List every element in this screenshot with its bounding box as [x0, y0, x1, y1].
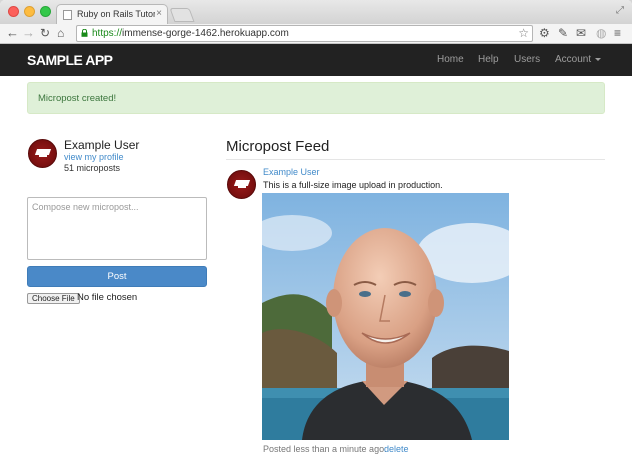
extension-icon-3[interactable]: ◍: [596, 25, 606, 41]
graduation-cap-base: [238, 185, 246, 188]
app-logo[interactable]: SAMPLE APP: [27, 52, 113, 68]
nav-account-label: Account: [555, 54, 592, 65]
file-status-text: No file chosen: [77, 292, 138, 303]
page-icon: [63, 10, 72, 20]
browser-toolbar: ← → ↻ ⌂ https://immense-gorge-1462.herok…: [0, 24, 632, 44]
forward-arrow-icon[interactable]: →: [22, 25, 35, 41]
browser-tab-bar: Ruby on Rails Tutorial Sam × ⤢: [0, 0, 632, 24]
user-name: Example User: [64, 138, 140, 152]
new-tab-button[interactable]: [169, 8, 195, 22]
nav-users[interactable]: Users: [514, 54, 540, 65]
back-arrow-icon[interactable]: ←: [6, 25, 19, 41]
flash-success-alert: Micropost created!: [27, 82, 605, 114]
caret-down-icon: [595, 57, 602, 61]
micropost-textarea[interactable]: [27, 197, 207, 260]
post-image-photo: [262, 193, 509, 440]
choose-file-button[interactable]: Choose File: [27, 293, 80, 304]
extension-icon-2[interactable]: ✉: [576, 25, 586, 41]
user-avatar[interactable]: [28, 139, 57, 168]
fullscreen-icon[interactable]: ⤢: [616, 5, 624, 16]
minimize-window-button[interactable]: [24, 6, 35, 17]
browser-window: Ruby on Rails Tutorial Sam × ⤢ ← → ↻ ⌂ h…: [0, 0, 632, 460]
post-avatar[interactable]: [227, 170, 256, 199]
view-profile-link[interactable]: view my profile: [64, 152, 124, 162]
extension-icon[interactable]: ✎: [558, 25, 568, 41]
delete-post-link[interactable]: delete: [384, 444, 409, 454]
gear-icon[interactable]: ⚙: [539, 25, 550, 41]
post-button[interactable]: Post: [27, 266, 207, 287]
graduation-cap-base: [39, 154, 47, 157]
micropost-count: 51 microposts: [64, 163, 121, 173]
feed-divider: [226, 159, 605, 160]
reload-icon[interactable]: ↻: [40, 25, 50, 41]
tab-close-icon[interactable]: ×: [156, 8, 162, 19]
lock-icon: [81, 29, 88, 37]
post-user-link[interactable]: Example User: [263, 167, 320, 177]
nav-home[interactable]: Home: [437, 54, 464, 65]
nav-account-dropdown[interactable]: Account: [555, 54, 602, 65]
url-host: immense-gorge-1462.herokuapp.com: [122, 28, 289, 39]
feed-title: Micropost Feed: [226, 138, 330, 155]
nav-help[interactable]: Help: [478, 54, 499, 65]
home-icon[interactable]: ⌂: [57, 25, 64, 41]
post-content: This is a full-size image upload in prod…: [263, 180, 443, 190]
close-window-button[interactable]: [8, 6, 19, 17]
address-bar[interactable]: https://immense-gorge-1462.herokuapp.com…: [76, 25, 533, 42]
url-scheme: https://: [92, 28, 123, 39]
menu-icon[interactable]: ≡: [614, 25, 621, 41]
flash-message: Micropost created!: [38, 93, 117, 104]
bookmark-star-icon[interactable]: ☆: [518, 26, 529, 40]
tab-title: Ruby on Rails Tutorial Sam: [77, 9, 155, 19]
url-text: https://immense-gorge-1462.herokuapp.com: [92, 28, 289, 39]
browser-tab[interactable]: Ruby on Rails Tutorial Sam ×: [56, 4, 168, 24]
post-timestamp: Posted less than a minute ago.: [263, 444, 387, 454]
zoom-window-button[interactable]: [40, 6, 51, 17]
app-navbar: SAMPLE APP Home Help Users Account: [0, 44, 632, 76]
